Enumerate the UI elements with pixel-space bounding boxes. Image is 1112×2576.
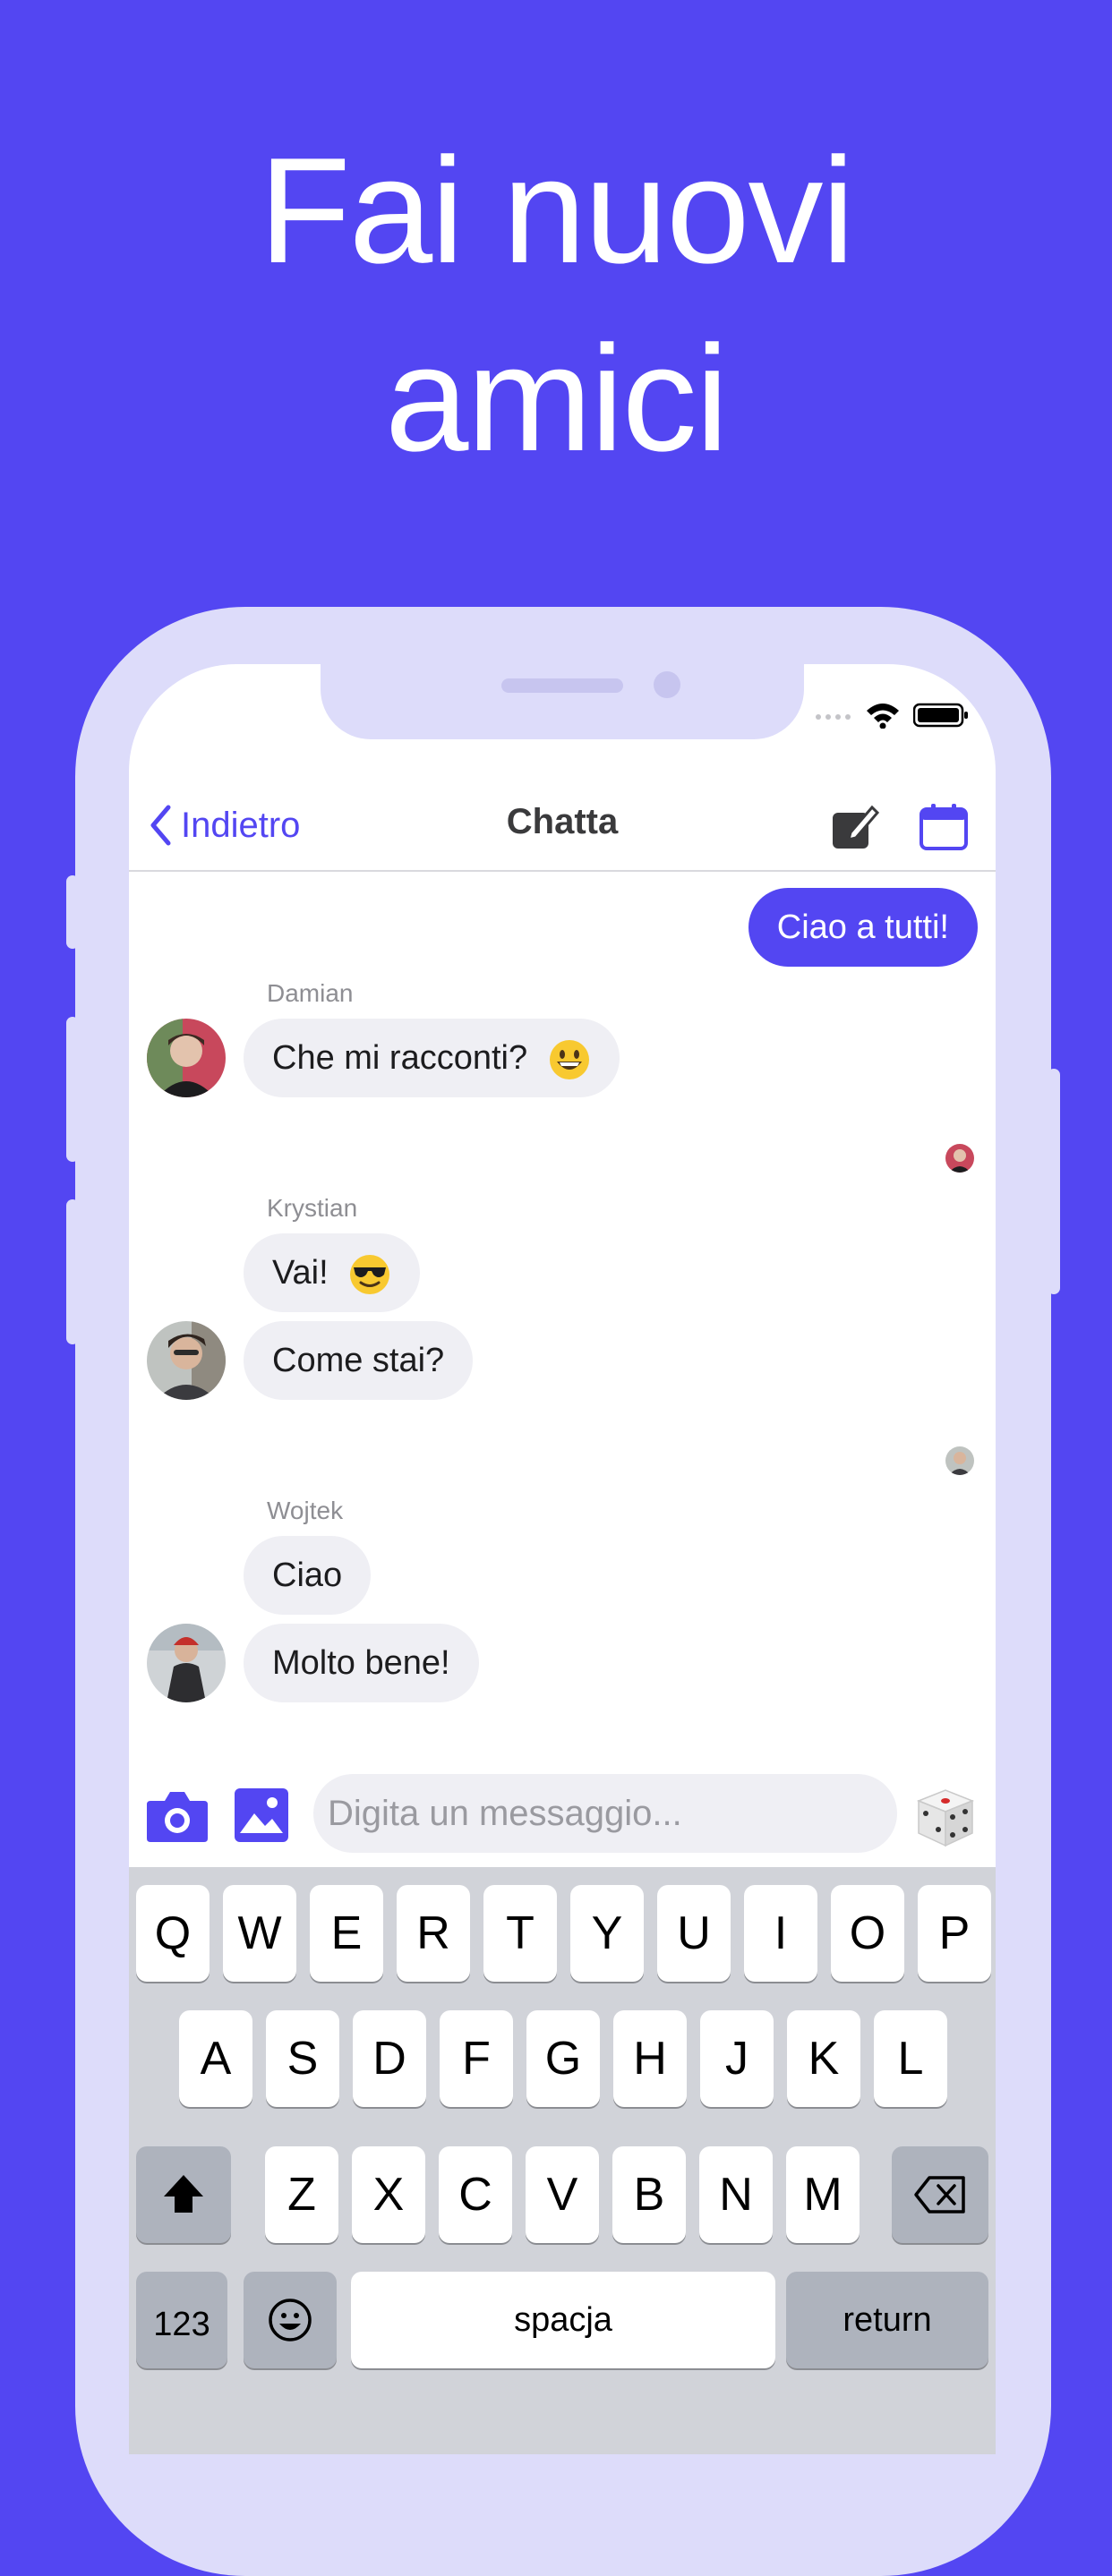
key-s[interactable]: S bbox=[266, 2010, 339, 2107]
sender-name: Krystian bbox=[267, 1194, 358, 1222]
phone-notch bbox=[321, 664, 804, 739]
key-j[interactable]: J bbox=[700, 2010, 774, 2107]
message-input[interactable] bbox=[313, 1774, 897, 1853]
key-a[interactable]: A bbox=[179, 2010, 252, 2107]
avatar[interactable] bbox=[147, 1321, 226, 1400]
key-x[interactable]: X bbox=[352, 2146, 425, 2243]
phone-power-button bbox=[1048, 1069, 1060, 1294]
phone-screen: Indietro Chatta Ciao a tutti! Damian Che… bbox=[129, 664, 996, 2454]
incoming-message[interactable]: Molto bene! bbox=[244, 1624, 479, 1702]
key-v[interactable]: V bbox=[526, 2146, 599, 2243]
space-key[interactable]: spacja bbox=[351, 2272, 775, 2368]
phone-volume-down bbox=[66, 1199, 79, 1344]
edit-icon[interactable] bbox=[827, 800, 881, 854]
emoji-icon bbox=[269, 2299, 312, 2341]
headline: Fai nuovi amici bbox=[0, 116, 1112, 492]
key-u[interactable]: U bbox=[657, 1885, 731, 1982]
calendar-icon[interactable] bbox=[917, 800, 971, 854]
key-r[interactable]: R bbox=[397, 1885, 470, 1982]
message-input-bar bbox=[129, 1767, 996, 1867]
cellular-signal-icon bbox=[816, 714, 851, 720]
key-p[interactable]: P bbox=[918, 1885, 991, 1982]
numbers-key-label: 123 bbox=[153, 2306, 210, 2343]
key-h[interactable]: H bbox=[613, 2010, 687, 2107]
avatar[interactable] bbox=[147, 1624, 226, 1702]
key-w[interactable]: W bbox=[223, 1885, 296, 1982]
read-receipt-avatar bbox=[945, 1144, 974, 1173]
numbers-key[interactable]: 123 bbox=[136, 2272, 227, 2368]
key-z[interactable]: Z bbox=[265, 2146, 338, 2243]
dice-icon[interactable] bbox=[911, 1785, 978, 1849]
key-m[interactable]: M bbox=[786, 2146, 860, 2243]
image-icon[interactable] bbox=[233, 1787, 290, 1844]
key-t[interactable]: T bbox=[483, 1885, 557, 1982]
read-receipt-avatar bbox=[945, 1446, 974, 1475]
message-text: Vai! bbox=[272, 1254, 329, 1292]
wifi-icon bbox=[867, 704, 899, 729]
return-key[interactable]: return bbox=[786, 2272, 988, 2368]
speaker bbox=[501, 678, 623, 693]
camera-icon[interactable] bbox=[145, 1788, 210, 1844]
back-button[interactable]: Indietro bbox=[149, 798, 300, 852]
key-o[interactable]: O bbox=[831, 1885, 904, 1982]
key-c[interactable]: C bbox=[439, 2146, 512, 2243]
key-g[interactable]: G bbox=[526, 2010, 600, 2107]
emoji-key[interactable] bbox=[244, 2272, 337, 2368]
chevron-left-icon bbox=[150, 805, 171, 846]
incoming-message[interactable]: Vai! bbox=[244, 1233, 421, 1312]
headline-line-2: amici bbox=[384, 314, 729, 482]
incoming-message[interactable]: Ciao bbox=[244, 1536, 372, 1615]
front-camera bbox=[654, 671, 680, 698]
key-q[interactable]: Q bbox=[136, 1885, 210, 1982]
incoming-message[interactable]: Che mi racconti? bbox=[244, 1019, 620, 1097]
shift-key[interactable] bbox=[136, 2146, 231, 2243]
key-d[interactable]: D bbox=[353, 2010, 426, 2107]
sunglasses-face-emoji-icon bbox=[350, 1254, 390, 1294]
shift-arrow-icon bbox=[164, 2175, 203, 2213]
status-bar bbox=[815, 702, 969, 729]
phone-mute-switch bbox=[66, 875, 79, 949]
avatar[interactable] bbox=[147, 1019, 226, 1097]
headline-line-1: Fai nuovi bbox=[259, 126, 855, 294]
backspace-icon bbox=[914, 2176, 965, 2213]
battery-icon bbox=[913, 703, 968, 728]
back-label: Indietro bbox=[181, 805, 301, 845]
navigation-bar: Indietro Chatta bbox=[129, 780, 996, 872]
key-y[interactable]: Y bbox=[570, 1885, 644, 1982]
key-n[interactable]: N bbox=[699, 2146, 773, 2243]
outgoing-message[interactable]: Ciao a tutti! bbox=[748, 888, 978, 967]
phone-volume-up bbox=[66, 1017, 79, 1162]
grinning-face-emoji-icon bbox=[549, 1039, 589, 1079]
keyboard: 123 spacja return QWERTYUIOP ASDFGHJKL ZXC… bbox=[129, 1867, 996, 2454]
message-text: Che mi racconti? bbox=[272, 1039, 528, 1077]
incoming-message[interactable]: Come stai? bbox=[244, 1321, 474, 1400]
key-l[interactable]: L bbox=[874, 2010, 947, 2107]
sender-name: Wojtek bbox=[267, 1497, 344, 1524]
key-b[interactable]: B bbox=[612, 2146, 686, 2243]
backspace-key[interactable] bbox=[892, 2146, 988, 2243]
sender-name: Damian bbox=[267, 979, 354, 1007]
key-f[interactable]: F bbox=[440, 2010, 513, 2107]
key-i[interactable]: I bbox=[744, 1885, 817, 1982]
key-k[interactable]: K bbox=[787, 2010, 860, 2107]
key-e[interactable]: E bbox=[310, 1885, 383, 1982]
